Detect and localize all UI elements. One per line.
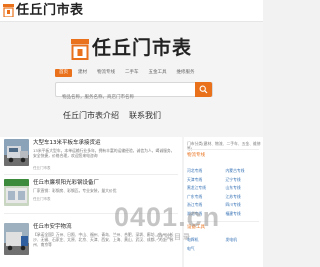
list-item-source: 任丘门市表 [33,166,51,170]
equipment-links: 电焊机 发电机 电气 [187,237,261,251]
sidebar-link-heilongjiang[interactable]: 黑龙江专线 [187,185,223,190]
list-item-desc: 厂家直销：彩钢房、彩钢瓦，专业安装，量大价优 [33,188,117,193]
divider [187,149,259,150]
tab-hardware[interactable]: 五金工具 [145,69,171,77]
list-item-desc: 13米平板大型车，本单运输行业多年，拥有丰富的运输经验，诚信为人，竭诚服务，安全… [33,148,175,158]
list-item-desc: 【承诺全国】万州、日照、中山、福州、青岛、兰州、合肥、深圳、廊坊、杭州、长沙、无… [33,232,174,247]
contact-link[interactable]: 联系我们 [129,110,161,121]
tab-building[interactable]: 建材 [74,69,91,77]
logistics-thumbnail[interactable] [4,223,29,255]
sidebar-link-shandong[interactable]: 山东专线 [226,185,262,190]
sidebar-link-liaoning[interactable]: 辽宁专线 [226,177,262,182]
search-input[interactable] [56,91,184,104]
watermark: 0401.cn [114,202,221,232]
hero-nav: 任丘门市表介绍 联系我们 [63,110,161,121]
list-item[interactable]: 大型车13米平板车承接货运 13米平板大型车，本单运输行业多年，拥有丰富的运输经… [4,139,180,172]
storefront-icon [71,39,89,60]
logistics-section-title[interactable]: 物流专线 [187,153,205,159]
category-tabs: 首页 建材 物流专线 二手车 五金工具 维修服务 [55,69,201,79]
list-item-title[interactable]: 任丘市廉坝阳光彩钢设备厂 [33,180,99,187]
tab-repair[interactable]: 维修服务 [173,69,199,77]
watermark-subtitle: 分类目录 [156,233,192,241]
truck-thumbnail[interactable] [4,139,29,166]
hero-section: 任丘门市表 首页 建材 物流专线 二手车 五金工具 维修服务 任丘门市表介绍 联… [0,22,263,150]
sidebar-link-fujian[interactable]: 福建专线 [226,211,262,216]
list-item-title[interactable]: 大型车13米平板车承接货运 [33,140,101,147]
factory-thumbnail[interactable] [4,179,29,206]
tab-home[interactable]: 首页 [55,69,72,77]
search-bar [55,82,213,104]
top-bar: 任丘门市表 [0,0,263,22]
list-item-title[interactable]: 任丘市安宇物流 [33,224,72,231]
sidebar-link-hebei[interactable]: 河北专线 [187,168,223,173]
about-link[interactable]: 任丘门市表介绍 [63,110,119,121]
storefront-icon [3,4,14,17]
sidebar-link-electrical[interactable]: 电气 [187,246,223,251]
sidebar-link-generator[interactable]: 发电机 [226,237,262,242]
sidebar-link-guangdong[interactable]: 广东专线 [187,194,223,199]
search-button[interactable] [195,82,212,97]
hero-site-name: 任丘门市表 [92,37,193,59]
tab-logistics[interactable]: 物流专线 [93,69,119,77]
sidebar-link-neimenggu[interactable]: 内蒙古专线 [226,168,262,173]
sidebar-link-tianjin[interactable]: 天津专线 [187,177,223,182]
site-logo-link[interactable]: 任丘门市表 [16,2,84,19]
sidebar-link-welder[interactable]: 电焊机 [187,237,223,242]
list-item-source: 任丘门市表 [33,197,51,201]
sidebar-link-jiangsu[interactable]: 江苏专线 [226,194,262,199]
tab-used-cars[interactable]: 二手车 [121,69,143,77]
divider [4,174,178,175]
search-icon [199,85,208,94]
sidebar-link-sichuan[interactable]: 四川专线 [226,202,262,207]
page: 任丘门市表 任丘门市表 首页 建材 物流专线 二手车 五金工具 维修服务 物品名… [0,0,263,267]
